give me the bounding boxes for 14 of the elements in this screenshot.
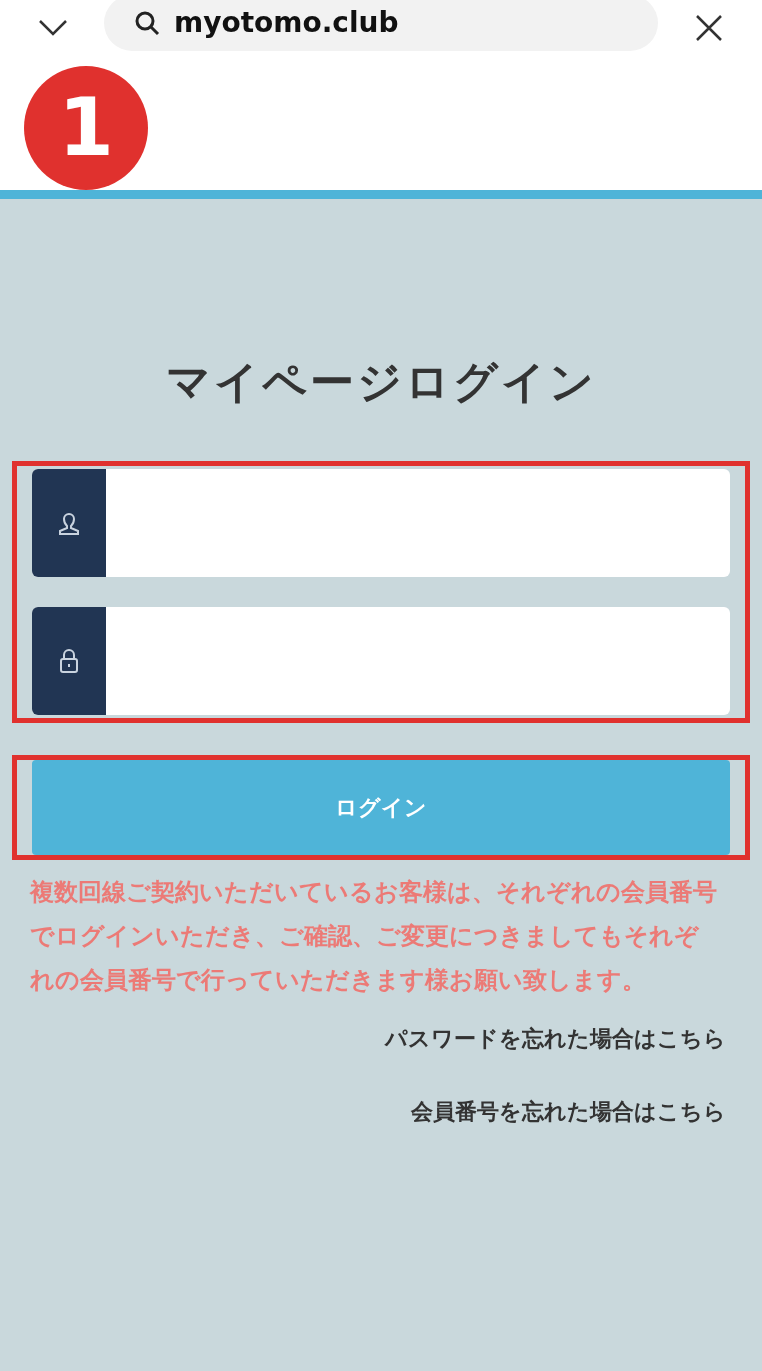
notice-text: 複数回線ご契約いただいているお客様は、それぞれの会員番号でログインいただき、ご確認、ご変更につきましてもそれぞれの会員番号で行っていただきます様お願い致します。 — [28, 877, 718, 996]
help-link[interactable]: パスワードを忘れた場合はこちら — [385, 1022, 726, 1055]
search-icon — [134, 10, 160, 36]
chevron-down-icon[interactable] — [38, 19, 68, 37]
close-icon[interactable] — [694, 13, 724, 43]
step-badge: 1 — [24, 66, 148, 190]
help-link[interactable]: 会員番号を忘れた場合はこちら — [411, 1095, 726, 1128]
person-icon — [58, 510, 80, 536]
lock-icon — [58, 648, 80, 674]
address-bar[interactable]: myotomo.club — [104, 0, 658, 51]
input-field[interactable] — [32, 469, 730, 577]
page-title: マイページログイン — [164, 355, 598, 409]
input-field[interactable] — [32, 607, 730, 715]
address-text: myotomo.club — [174, 5, 399, 41]
